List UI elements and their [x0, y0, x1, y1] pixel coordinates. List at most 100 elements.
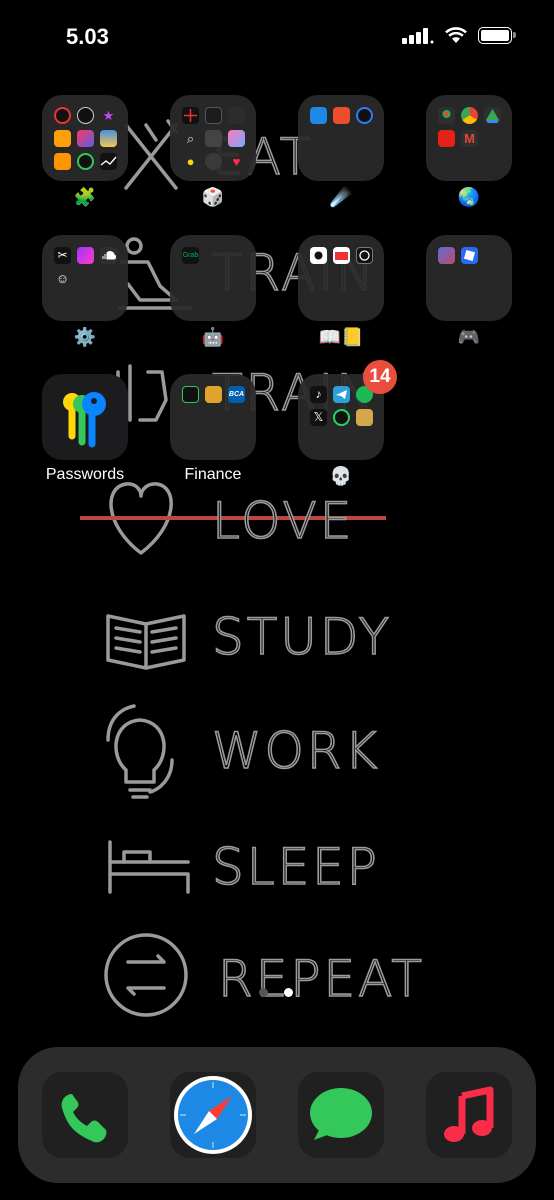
- capcut-app-icon: ✂: [54, 247, 71, 264]
- cycle-arrows-icon: [104, 933, 188, 1017]
- folder-tile[interactable]: ⌕ ● ♥: [170, 95, 256, 181]
- contacts-app-icon: [205, 153, 222, 170]
- folder-learning[interactable]: 📖📒: [298, 235, 384, 347]
- whatsapp-app-icon: [333, 409, 350, 426]
- messages-app[interactable]: [298, 1072, 384, 1158]
- folder-label: 🌏: [457, 187, 481, 207]
- clock-app-icon: [77, 107, 94, 124]
- folder-tile[interactable]: [298, 95, 384, 181]
- magnifier-app-icon: ⌕: [186, 131, 195, 146]
- smile-app-icon: ☺: [55, 271, 70, 286]
- notification-badge: 14: [363, 360, 397, 394]
- wall-word: LOVE: [211, 491, 355, 551]
- calculator-app-2-icon: [205, 130, 222, 147]
- folder-tile[interactable]: Grab: [170, 235, 256, 321]
- gold-app-icon: [356, 409, 373, 426]
- translate-app-icon: [333, 247, 350, 264]
- cellular-signal-icon: [402, 28, 434, 44]
- lightbulb-dollar-icon: [106, 704, 174, 799]
- folder-label: 🤖: [201, 327, 225, 347]
- google-drive-app-icon: [484, 107, 501, 124]
- folder-label: ⚙️: [73, 327, 97, 347]
- jenius-app-icon: [205, 386, 222, 403]
- folder-games[interactable]: 🎮: [426, 235, 512, 347]
- compass-app-icon: [182, 107, 199, 124]
- telegram-app-icon: [333, 386, 350, 403]
- health-app-icon: ♥: [232, 154, 241, 169]
- messenger-app-icon: [356, 107, 373, 124]
- find-my-app-icon: [77, 153, 94, 170]
- wall-word: REPEAT: [217, 949, 425, 1009]
- folder-label: 🎲: [201, 187, 225, 207]
- folder-social[interactable]: ♪ 𝕏 14 💀: [298, 360, 397, 486]
- folder-tools[interactable]: ⌕ ● ♥ 🎲: [170, 95, 256, 207]
- chatgpt-app-icon: [356, 247, 373, 264]
- wall-word: SLEEP: [211, 837, 380, 897]
- passwords-app[interactable]: Passwords: [42, 374, 128, 483]
- folder-label: 🧩: [73, 187, 97, 207]
- wallet-app-icon: [182, 386, 199, 403]
- files-app-icon: [310, 107, 327, 124]
- folder-tile[interactable]: M: [426, 95, 512, 181]
- app-label: Passwords: [45, 466, 125, 483]
- phone-icon: [61, 1094, 107, 1143]
- page-dot-2-active[interactable]: [284, 988, 293, 997]
- folder-label: 📖📒: [318, 327, 364, 347]
- phone-app[interactable]: [42, 1072, 128, 1158]
- wall-word: STUDY: [211, 607, 393, 667]
- stocks-app-icon: [100, 153, 117, 170]
- folder-creative[interactable]: ✂ ☺ ⚙️: [42, 235, 128, 347]
- folder-label: ☄️: [329, 187, 353, 207]
- status-time: 5.03: [66, 24, 109, 49]
- folder-utilities[interactable]: ★ 🧩: [42, 95, 128, 207]
- folder-tile[interactable]: BCA: [170, 374, 256, 460]
- folder-transport[interactable]: Grab 🤖: [170, 235, 256, 347]
- folder-google[interactable]: M 🌏: [426, 95, 512, 207]
- folder-label: 🎮: [457, 327, 481, 347]
- folder-tile[interactable]: ★: [42, 95, 128, 181]
- page-dot-1[interactable]: [259, 988, 268, 997]
- grab-app-icon: Grab: [182, 247, 199, 264]
- fitness-app-icon: [54, 107, 71, 124]
- calculator-app-icon: [205, 107, 222, 124]
- passwords-app-icon[interactable]: [42, 374, 128, 460]
- folder-tile[interactable]: [426, 235, 512, 321]
- tiktok-app-icon: ♪: [310, 386, 327, 403]
- folder-label: Finance: [184, 466, 242, 483]
- x-app-icon: 𝕏: [310, 409, 327, 426]
- voice-memos-app-icon: [228, 107, 245, 124]
- book-icon: [106, 614, 186, 670]
- status-bar: 5.03: [0, 0, 554, 70]
- youtube-app-icon: [438, 130, 455, 147]
- wall-word: WORK: [211, 721, 381, 781]
- itunes-store-icon: ★: [102, 108, 115, 123]
- roblox-app-icon: [461, 247, 478, 264]
- battery-icon: [478, 27, 516, 44]
- folder-tile[interactable]: [298, 235, 384, 321]
- grammar-app-icon: [310, 247, 327, 264]
- tips-app-icon: ●: [186, 154, 195, 169]
- chrome-app-icon: [461, 107, 478, 124]
- safari-app[interactable]: [170, 1072, 256, 1158]
- books-app-icon: [54, 130, 71, 147]
- google-maps-app-icon: [438, 107, 455, 124]
- shortcuts-app-icon: [77, 130, 94, 147]
- gmail-app-icon: M: [461, 130, 478, 147]
- folder-tile[interactable]: ✂ ☺: [42, 235, 128, 321]
- music-app[interactable]: [426, 1072, 512, 1158]
- shopee-app-icon: [333, 107, 350, 124]
- bca-mobile-app-icon: BCA: [228, 386, 245, 403]
- soundcloud-app-icon: [100, 247, 117, 264]
- fork-knife-icon: [124, 119, 178, 190]
- weather-app-icon: [100, 130, 117, 147]
- folder-shopping[interactable]: ☄️: [298, 95, 384, 207]
- game-app-icon: [438, 247, 455, 264]
- home-app-icon: [54, 153, 71, 170]
- picsart-app-icon: [77, 247, 94, 264]
- wifi-icon: [445, 27, 467, 43]
- folder-tile[interactable]: ♪ 𝕏 14: [298, 360, 397, 460]
- folder-finance[interactable]: BCA Finance: [170, 374, 256, 483]
- messages-icon: [310, 1088, 372, 1140]
- folder-label: 💀: [329, 466, 353, 486]
- bed-icon: [108, 840, 190, 894]
